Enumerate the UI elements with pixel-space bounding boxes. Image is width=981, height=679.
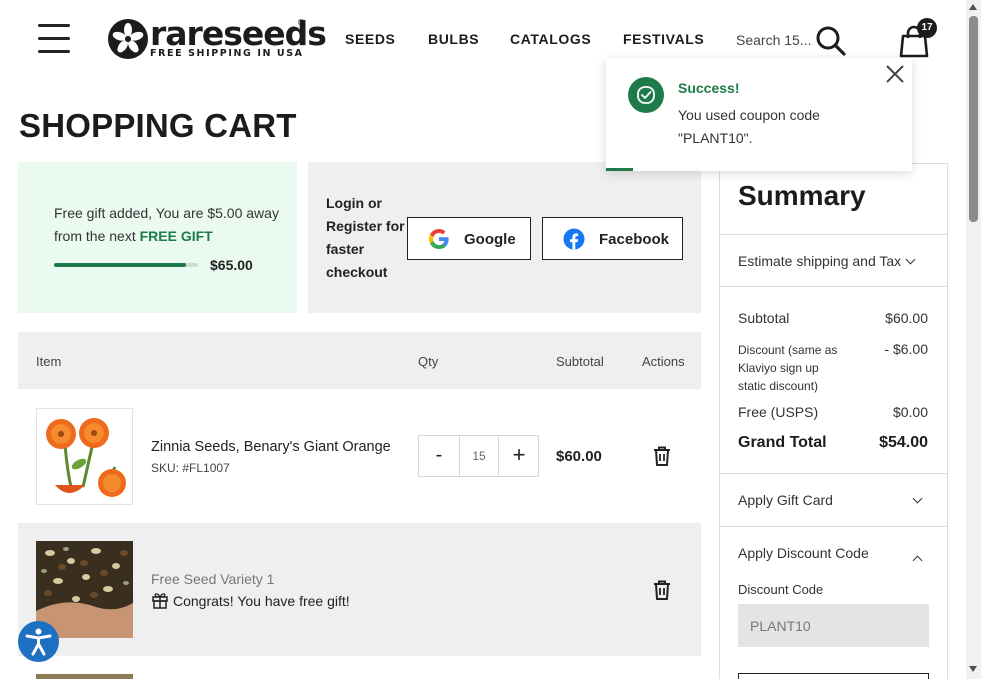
cart-row: Zinnia Seeds, Benary's Giant Orange SKU:… (18, 389, 701, 523)
grand-total-label: Grand Total (738, 434, 827, 451)
product-image[interactable] (36, 408, 133, 505)
free-gift-note: Congrats! You have free gift! (151, 591, 350, 609)
page-title: SHOPPING CART (19, 107, 297, 144)
product-sku: SKU: #FL1007 (151, 461, 230, 475)
product-image (36, 541, 133, 638)
column-header-item: Item (36, 354, 62, 369)
apply-discount-code-toggle[interactable]: Apply Discount Code (738, 545, 869, 561)
close-icon[interactable] (884, 63, 906, 85)
product-name[interactable]: Zinnia Seeds, Benary's Giant Orange (151, 439, 391, 455)
accessibility-icon[interactable] (18, 621, 59, 662)
quantity-input[interactable]: 15 (459, 436, 499, 476)
success-check-icon (628, 77, 664, 113)
chevron-down-icon (905, 254, 916, 265)
column-header-qty: Qty (418, 354, 439, 369)
nav-catalogs[interactable]: CATALOGS (510, 31, 591, 47)
chevron-down-icon[interactable] (908, 492, 923, 510)
free-gift-highlight: FREE GIFT (139, 228, 213, 244)
google-button-label: Google (464, 231, 516, 248)
trash-icon[interactable] (652, 445, 672, 467)
cart-row (18, 656, 701, 679)
summary-title: Summary (738, 180, 866, 211)
discount-code-button[interactable] (738, 673, 929, 679)
quantity-stepper: - 15 + (418, 435, 539, 477)
apply-gift-card-toggle[interactable]: Apply Gift Card (738, 492, 833, 508)
column-header-subtotal: Subtotal (556, 354, 604, 369)
toast-timer-bar (606, 168, 633, 171)
chevron-up-icon[interactable] (908, 550, 923, 568)
cart-row: Free Seed Variety 1 Congrats! You have f… (18, 523, 701, 656)
page-scrollbar[interactable] (966, 0, 981, 679)
scroll-down-arrow-icon[interactable] (969, 666, 977, 672)
logo-tagline: FREE SHIPPING IN USA (150, 48, 304, 59)
google-icon (429, 229, 449, 249)
scroll-up-arrow-icon[interactable] (969, 4, 977, 10)
column-header-actions: Actions (642, 354, 685, 369)
trash-icon[interactable] (652, 579, 672, 601)
discount-code-label: Discount Code (738, 582, 824, 597)
cart-count-badge: 17 (917, 18, 937, 38)
logo[interactable]: rareseeds ® FREE SHIPPING IN USA (108, 14, 327, 62)
facebook-login-button[interactable]: Facebook (542, 217, 683, 260)
facebook-button-label: Facebook (599, 231, 670, 248)
product-name: Free Seed Variety 1 (151, 571, 275, 587)
free-gift-progress-fill (54, 263, 187, 267)
quantity-increase-button[interactable]: + (499, 436, 539, 476)
discount-value: - $6.00 (884, 341, 928, 357)
nav-seeds[interactable]: SEEDS (345, 31, 395, 47)
gift-icon (152, 593, 168, 609)
flower-logo-icon (108, 19, 148, 59)
free-gift-message: Free gift added, You are $5.00 away from… (54, 205, 279, 244)
login-prompt: Login or Register for faster checkout (326, 195, 405, 280)
discount-code-input[interactable] (738, 604, 929, 647)
grand-total-value: $54.00 (879, 434, 928, 451)
order-summary: Summary Estimate shipping and Tax Subtot… (719, 163, 948, 679)
nav-bulbs[interactable]: BULBS (428, 31, 479, 47)
success-toast: Success! You used coupon code "PLANT10". (606, 58, 912, 171)
google-login-button[interactable]: Google (407, 217, 531, 260)
subtotal-value: $60.00 (885, 310, 928, 326)
free-gift-panel: Free gift added, You are $5.00 away from… (18, 162, 297, 313)
quantity-decrease-button[interactable]: - (419, 436, 459, 476)
menu-icon[interactable] (38, 24, 70, 54)
shipping-value: $0.00 (892, 404, 928, 420)
scroll-thumb[interactable] (969, 16, 978, 222)
nav-festivals[interactable]: FESTIVALS (623, 31, 704, 47)
subtotal-label: Subtotal (738, 310, 790, 326)
product-image (36, 674, 133, 679)
discount-label: Discount (same as Klaviyo sign up static… (738, 343, 838, 393)
toast-title: Success! (678, 80, 740, 96)
login-panel: Login or Register for faster checkout Go… (308, 162, 701, 313)
estimate-shipping-toggle[interactable]: Estimate shipping and Tax (738, 253, 916, 269)
free-gift-threshold: $65.00 (210, 257, 253, 273)
search-input[interactable]: Search 15... (736, 32, 812, 48)
toast-message: You used coupon code "PLANT10". (678, 107, 820, 146)
facebook-icon (563, 228, 585, 250)
shipping-label: Free (USPS) (738, 404, 819, 420)
row-subtotal: $60.00 (556, 448, 602, 465)
cart-table-header: Item Qty Subtotal Actions (18, 332, 701, 389)
search-icon[interactable] (815, 25, 847, 57)
free-gift-progress-bar (54, 263, 198, 267)
